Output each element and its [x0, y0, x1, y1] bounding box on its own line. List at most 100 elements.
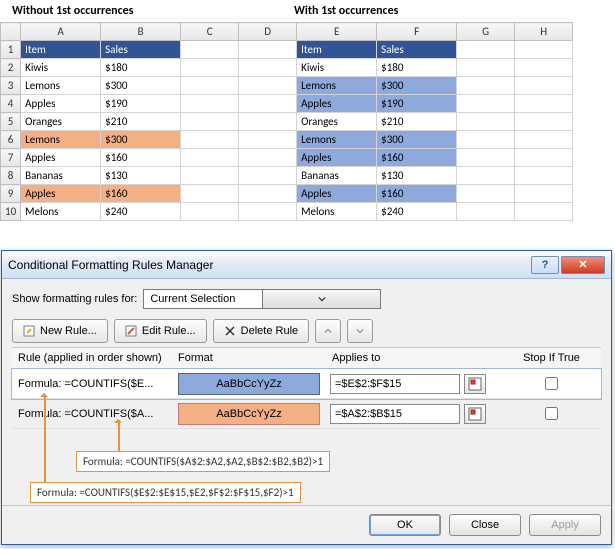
cell[interactable] [515, 203, 573, 221]
range-selector-button[interactable] [464, 404, 486, 424]
cell[interactable] [239, 203, 297, 221]
cell[interactable]: $160 [101, 149, 181, 167]
cell[interactable]: Kiwis [21, 59, 101, 77]
col-header[interactable]: D [239, 23, 297, 41]
col-header[interactable]: G [457, 23, 515, 41]
cell[interactable]: $240 [377, 203, 457, 221]
cell[interactable] [181, 113, 239, 131]
cell[interactable] [181, 185, 239, 203]
edit-rule-button[interactable]: Edit Rule... [114, 319, 207, 343]
spreadsheet-grid[interactable]: A B C D E F G H 1ItemSalesItemSales2Kiwi… [0, 22, 573, 221]
cell[interactable]: Oranges [297, 113, 377, 131]
cell[interactable] [239, 149, 297, 167]
cell[interactable] [515, 131, 573, 149]
col-header[interactable]: A [21, 23, 101, 41]
cell[interactable]: Bananas [21, 167, 101, 185]
col-header[interactable]: H [515, 23, 573, 41]
cell[interactable] [181, 59, 239, 77]
cell[interactable]: $210 [377, 113, 457, 131]
ok-button[interactable]: OK [369, 514, 441, 536]
cell[interactable] [239, 113, 297, 131]
cell[interactable]: $180 [377, 59, 457, 77]
cell[interactable]: Apples [297, 185, 377, 203]
rule-row[interactable]: Formula: =COUNTIFS($E...AaBbCcYyZz [12, 369, 601, 399]
cell[interactable] [457, 203, 515, 221]
cell[interactable] [181, 149, 239, 167]
cell[interactable] [457, 41, 515, 59]
cell[interactable]: Apples [297, 95, 377, 113]
cell[interactable]: $130 [377, 167, 457, 185]
cell[interactable]: Lemons [297, 77, 377, 95]
cell[interactable]: $210 [101, 113, 181, 131]
cell[interactable]: $180 [101, 59, 181, 77]
cell[interactable]: Apples [21, 149, 101, 167]
cell[interactable] [239, 41, 297, 59]
row-header[interactable]: 3 [1, 77, 21, 95]
cell[interactable] [515, 185, 573, 203]
cell[interactable]: $190 [101, 95, 181, 113]
row-header[interactable]: 10 [1, 203, 21, 221]
col-header[interactable]: F [377, 23, 457, 41]
close-button[interactable]: ✕ [561, 256, 605, 274]
cell[interactable]: Sales [377, 41, 457, 59]
cell[interactable] [181, 203, 239, 221]
cell[interactable]: $300 [101, 77, 181, 95]
cell[interactable] [457, 59, 515, 77]
col-header[interactable]: E [297, 23, 377, 41]
cell[interactable]: Lemons [21, 131, 101, 149]
cell[interactable] [457, 167, 515, 185]
chevron-down-icon[interactable] [262, 290, 380, 308]
cell[interactable]: Lemons [297, 131, 377, 149]
cell[interactable] [515, 113, 573, 131]
cell[interactable]: $240 [101, 203, 181, 221]
select-all-corner[interactable] [1, 23, 21, 41]
cell[interactable] [515, 59, 573, 77]
cell[interactable] [515, 77, 573, 95]
cell[interactable]: Melons [297, 203, 377, 221]
row-header[interactable]: 5 [1, 113, 21, 131]
cell[interactable] [239, 95, 297, 113]
cell[interactable]: Item [21, 41, 101, 59]
move-down-button[interactable] [347, 319, 373, 343]
cell[interactable]: Apples [21, 95, 101, 113]
cell[interactable] [239, 167, 297, 185]
cell[interactable]: Lemons [21, 77, 101, 95]
cell[interactable]: Bananas [297, 167, 377, 185]
cell[interactable]: $300 [377, 131, 457, 149]
row-header[interactable]: 6 [1, 131, 21, 149]
cell[interactable] [515, 95, 573, 113]
cell[interactable] [181, 41, 239, 59]
applies-to-input[interactable] [330, 404, 460, 424]
stop-if-true-checkbox[interactable] [545, 407, 558, 420]
col-header[interactable]: C [181, 23, 239, 41]
rule-row[interactable]: Formula: =COUNTIFS($A...AaBbCcYyZz [12, 399, 601, 429]
delete-rule-button[interactable]: Delete Rule [213, 319, 309, 343]
close-dialog-button[interactable]: Close [449, 514, 521, 536]
cell[interactable]: $300 [377, 77, 457, 95]
dialog-titlebar[interactable]: Conditional Formatting Rules Manager ? ✕ [2, 251, 611, 279]
cell[interactable] [239, 185, 297, 203]
cell[interactable]: Apples [297, 149, 377, 167]
row-header[interactable]: 4 [1, 95, 21, 113]
cell[interactable] [181, 77, 239, 95]
cell[interactable] [515, 149, 573, 167]
move-up-button[interactable] [315, 319, 341, 343]
cell[interactable] [239, 131, 297, 149]
row-header[interactable]: 1 [1, 41, 21, 59]
row-header[interactable]: 8 [1, 167, 21, 185]
row-header[interactable]: 2 [1, 59, 21, 77]
cell[interactable] [239, 77, 297, 95]
cell[interactable] [457, 113, 515, 131]
cell[interactable]: Apples [21, 185, 101, 203]
new-rule-button[interactable]: New Rule... [12, 319, 108, 343]
show-rules-select[interactable]: Current Selection [143, 289, 381, 309]
col-header[interactable]: B [101, 23, 181, 41]
cell[interactable] [457, 185, 515, 203]
range-selector-button[interactable] [464, 374, 486, 394]
cell[interactable] [515, 41, 573, 59]
cell[interactable]: $160 [101, 185, 181, 203]
cell[interactable] [515, 167, 573, 185]
cell[interactable]: Kiwis [297, 59, 377, 77]
cell[interactable] [457, 95, 515, 113]
apply-button[interactable]: Apply [529, 514, 601, 536]
